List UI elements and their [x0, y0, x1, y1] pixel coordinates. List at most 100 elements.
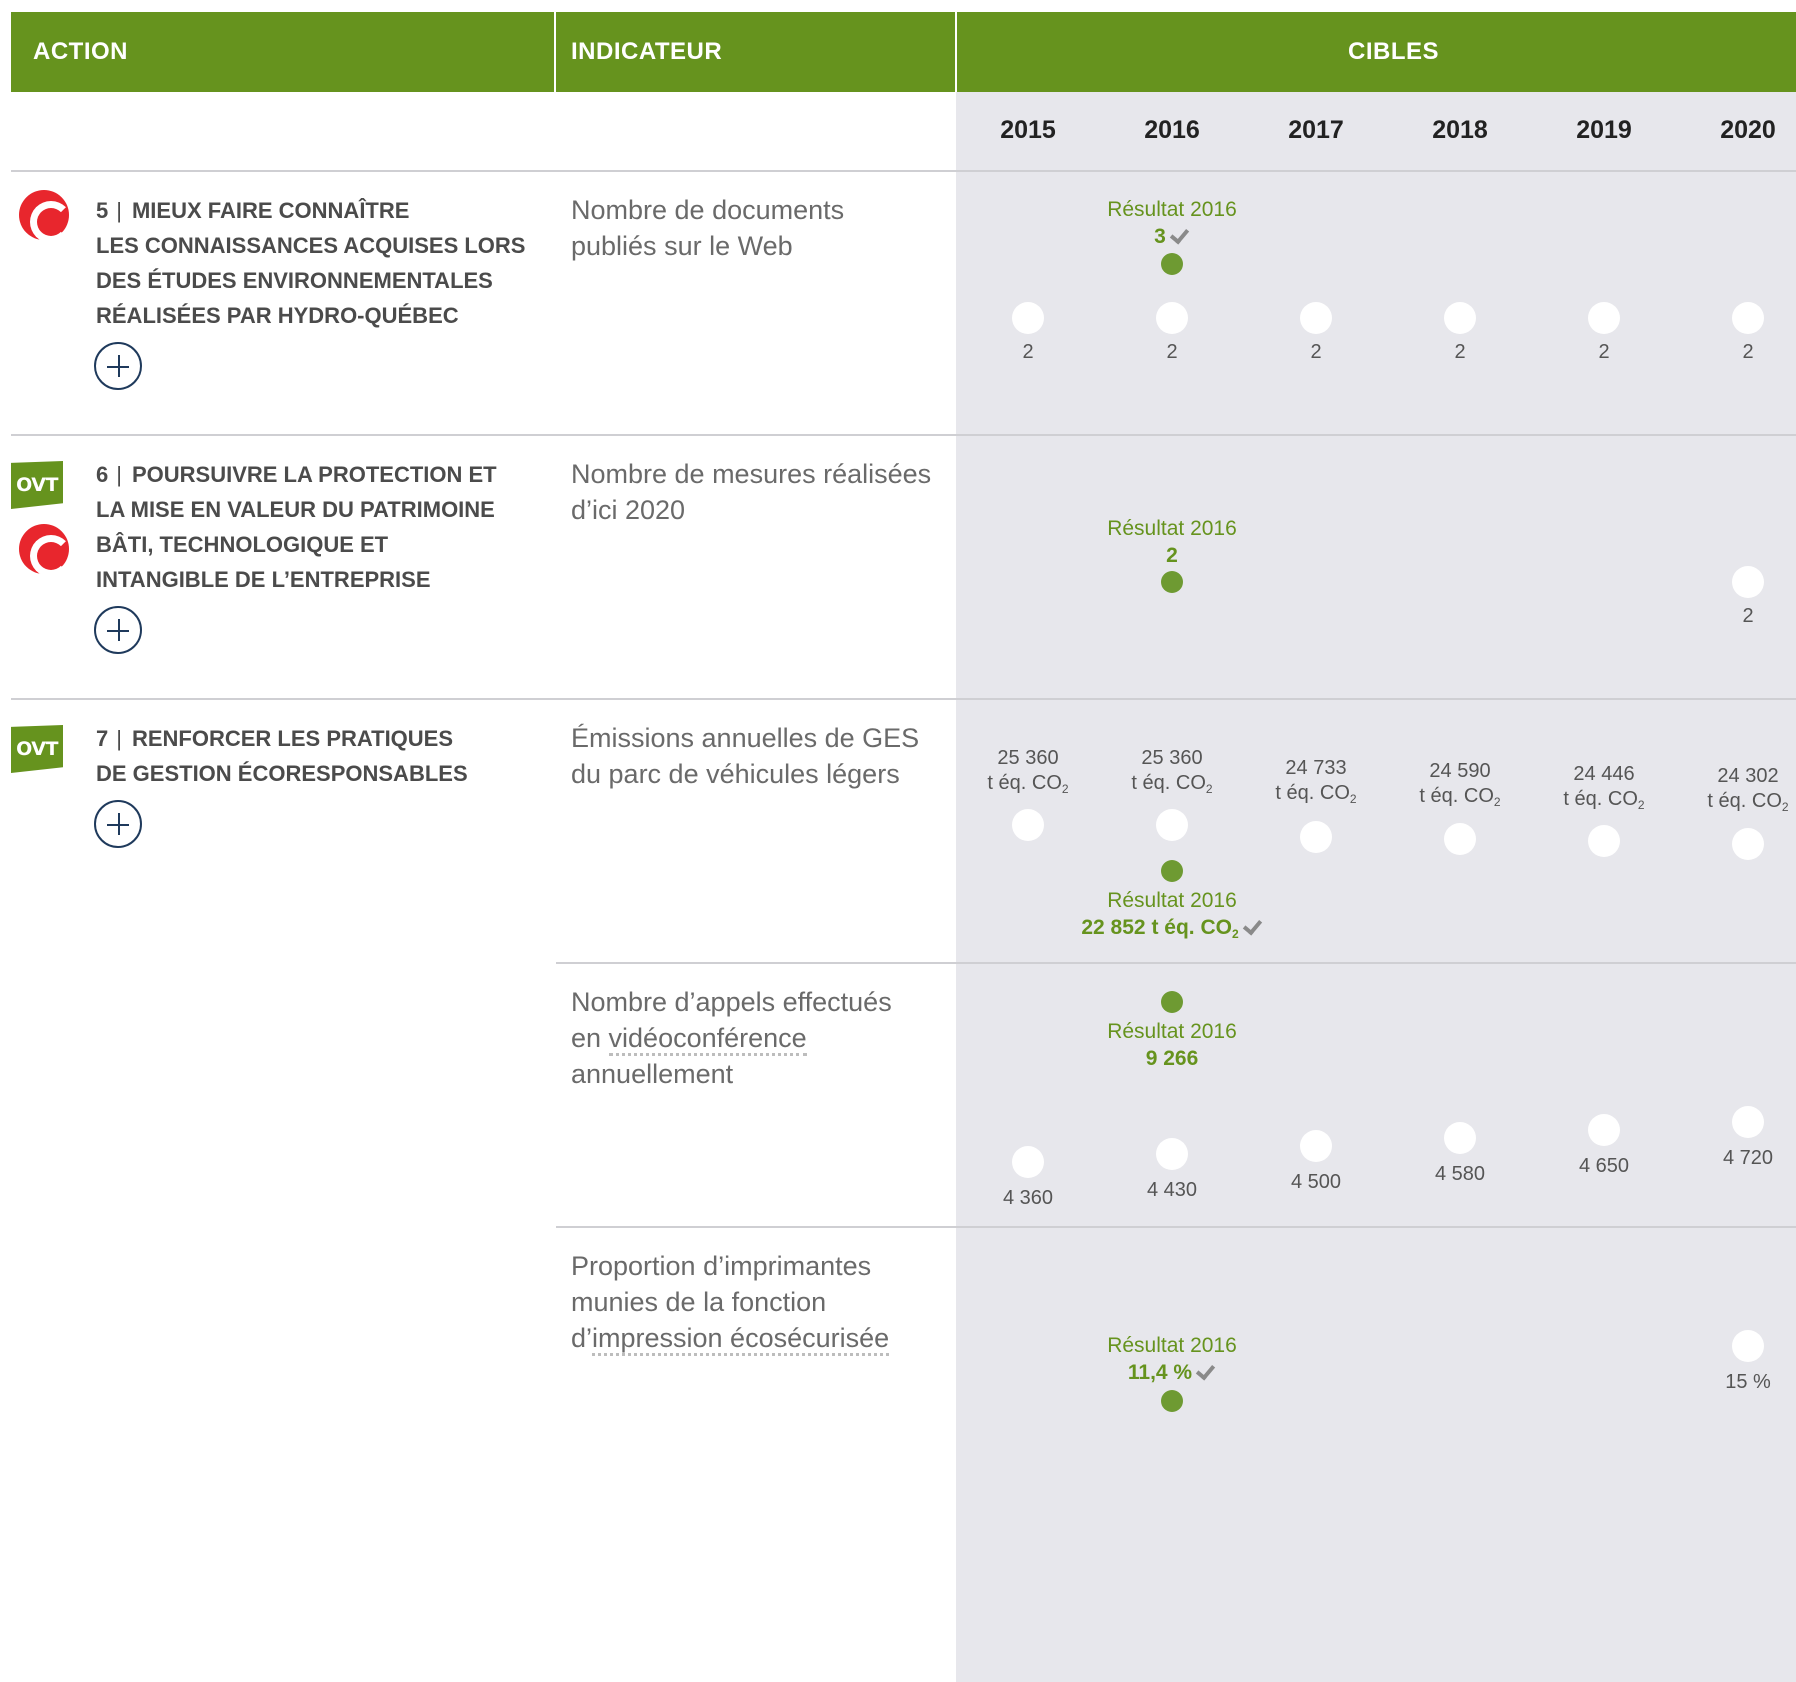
result-2016: Résultat 2016 11,4 %	[1062, 1332, 1282, 1386]
header-indicateur: INDICATEUR	[571, 38, 723, 65]
indicator-line: en	[571, 1023, 609, 1053]
target-value: 2	[1742, 605, 1754, 627]
checkmark-icon	[1243, 919, 1263, 933]
target-value: 2	[1454, 341, 1466, 363]
unit-subscript: 2	[1231, 927, 1239, 941]
row-divider	[11, 434, 1796, 436]
header-cibles: CIBLES	[1348, 38, 1440, 65]
action-title-line: MIEUX FAIRE CONNAÎTRE	[131, 198, 410, 223]
target-number: 24 446	[1573, 763, 1635, 785]
target-dot	[1732, 566, 1764, 598]
action-title-line: LES CONNAISSANCES ACQUISES LORS	[96, 233, 526, 258]
result-dot	[1161, 253, 1183, 275]
c-badge-icon	[19, 190, 69, 240]
action-title-line: DES ÉTUDES ENVIRONNEMENTALES	[96, 268, 493, 293]
target-dot	[1732, 302, 1764, 334]
unit-subscript: 2	[1349, 792, 1357, 806]
result-2016: Résultat 2016 2	[1062, 515, 1282, 569]
target-dot	[1156, 809, 1188, 841]
year-2015: 2015	[1000, 116, 1056, 144]
expand-action-6-button[interactable]	[94, 606, 142, 654]
unit-subscript: 2	[1205, 782, 1213, 796]
action-number: 5	[96, 198, 109, 223]
year-2019: 2019	[1576, 116, 1632, 144]
target-number: 24 302	[1717, 765, 1779, 787]
target-dot	[1444, 823, 1476, 855]
row-divider	[556, 1226, 1796, 1228]
target-value: 4 650	[1578, 1155, 1630, 1177]
target-dot	[1012, 809, 1044, 841]
result-label: Résultat 2016	[1107, 1334, 1237, 1357]
target-dot	[1588, 1114, 1620, 1146]
glossary-link[interactable]: vidéoconférence	[608, 1023, 807, 1056]
indicator-line: Émissions annuelles de GES	[571, 723, 920, 753]
target-value: 24 590 t éq. CO2	[1395, 759, 1525, 815]
target-number: 24 590	[1429, 760, 1491, 782]
target-value: 4 500	[1290, 1171, 1342, 1193]
unit-subscript: 2	[1781, 800, 1789, 814]
indicator-line: Nombre de documents	[571, 195, 845, 225]
glossary-link[interactable]: impression écosécurisée	[592, 1323, 890, 1356]
target-dot	[1732, 828, 1764, 860]
result-label: Résultat 2016	[1107, 517, 1237, 540]
year-2017: 2017	[1288, 116, 1344, 144]
action-title-line: DE GESTION ÉCORESPONSABLES	[96, 761, 468, 786]
target-dot	[1588, 825, 1620, 857]
unit-label: t éq. CO	[1707, 790, 1782, 812]
indicator-line: annuellement	[571, 1059, 734, 1089]
target-dot	[1732, 1106, 1764, 1138]
target-value: 2	[1742, 341, 1754, 363]
target-dot	[1732, 1330, 1764, 1362]
action-6-title: 6 | POURSUIVRE LA PROTECTION ET LA MISE EN…	[96, 462, 497, 592]
result-dot	[1161, 571, 1183, 593]
target-value: 4 720	[1722, 1147, 1774, 1169]
target-dot	[1300, 1130, 1332, 1162]
action-title-line: INTANGIBLE DE L’ENTREPRISE	[96, 567, 431, 592]
result-dot	[1161, 991, 1183, 1013]
target-value: 25 360 t éq. CO2	[963, 746, 1093, 802]
indicator-line: Nombre d’appels effectués	[571, 987, 892, 1017]
action-number: 6	[96, 462, 109, 487]
target-value: 4 580	[1434, 1163, 1486, 1185]
target-value: 24 302 t éq. CO2	[1683, 764, 1796, 820]
table-header: ACTION INDICATEUR CIBLES	[11, 12, 1796, 92]
ovt-badge-icon: OVT	[11, 725, 63, 773]
result-value: 11,4 %	[1127, 1361, 1193, 1384]
unit-label: t éq. CO	[1563, 788, 1638, 810]
year-2020: 2020	[1720, 116, 1776, 144]
result-label: Résultat 2016	[1107, 889, 1237, 912]
target-dot	[1444, 302, 1476, 334]
action-title-line: POURSUIVRE LA PROTECTION ET	[131, 462, 497, 487]
expand-action-5-button[interactable]	[94, 342, 142, 390]
result-dot	[1161, 1390, 1183, 1412]
indicator-mesures: Nombre de mesures réalisées d’ici 2020	[571, 456, 941, 528]
row-divider	[11, 170, 1796, 172]
action-5-title: 5 | MIEUX FAIRE CONNAÎTRE LES CONNAISSANCE…	[96, 198, 526, 328]
action-number: 7	[96, 726, 109, 751]
indicator-line: du parc de véhicules légers	[571, 759, 900, 789]
target-dot	[1300, 302, 1332, 334]
target-dot	[1444, 1122, 1476, 1154]
indicator-documents: Nombre de documents publiés sur le Web	[571, 192, 941, 264]
target-value: 4 360	[1002, 1187, 1054, 1209]
action-7-title: 7 | RENFORCER LES PRATIQUES DE GESTION ÉCO…	[96, 726, 468, 786]
target-dot	[1300, 821, 1332, 853]
row-divider	[11, 698, 1796, 700]
header-divider	[955, 12, 957, 92]
expand-action-7-button[interactable]	[94, 800, 142, 848]
target-value: 25 360 t éq. CO2	[1107, 746, 1237, 802]
unit-label: t éq. CO	[1131, 772, 1206, 794]
result-label: Résultat 2016	[1107, 198, 1237, 221]
result-2016: Résultat 2016 3	[1062, 196, 1282, 250]
indicator-line: Proportion d’imprimantes	[571, 1251, 872, 1281]
unit-label: t éq. CO	[1419, 785, 1494, 807]
target-value: 24 446 t éq. CO2	[1539, 762, 1669, 818]
result-dot	[1161, 860, 1183, 882]
target-value: 2	[1598, 341, 1610, 363]
indicator-video-calls: Nombre d’appels effectués en vidéoconfér…	[571, 984, 941, 1092]
unit-subscript: 2	[1061, 782, 1069, 796]
unit-subscript: 2	[1493, 795, 1501, 809]
c-badge-icon	[19, 524, 69, 574]
target-value: 2	[1022, 341, 1034, 363]
target-value: 4 430	[1146, 1179, 1198, 1201]
